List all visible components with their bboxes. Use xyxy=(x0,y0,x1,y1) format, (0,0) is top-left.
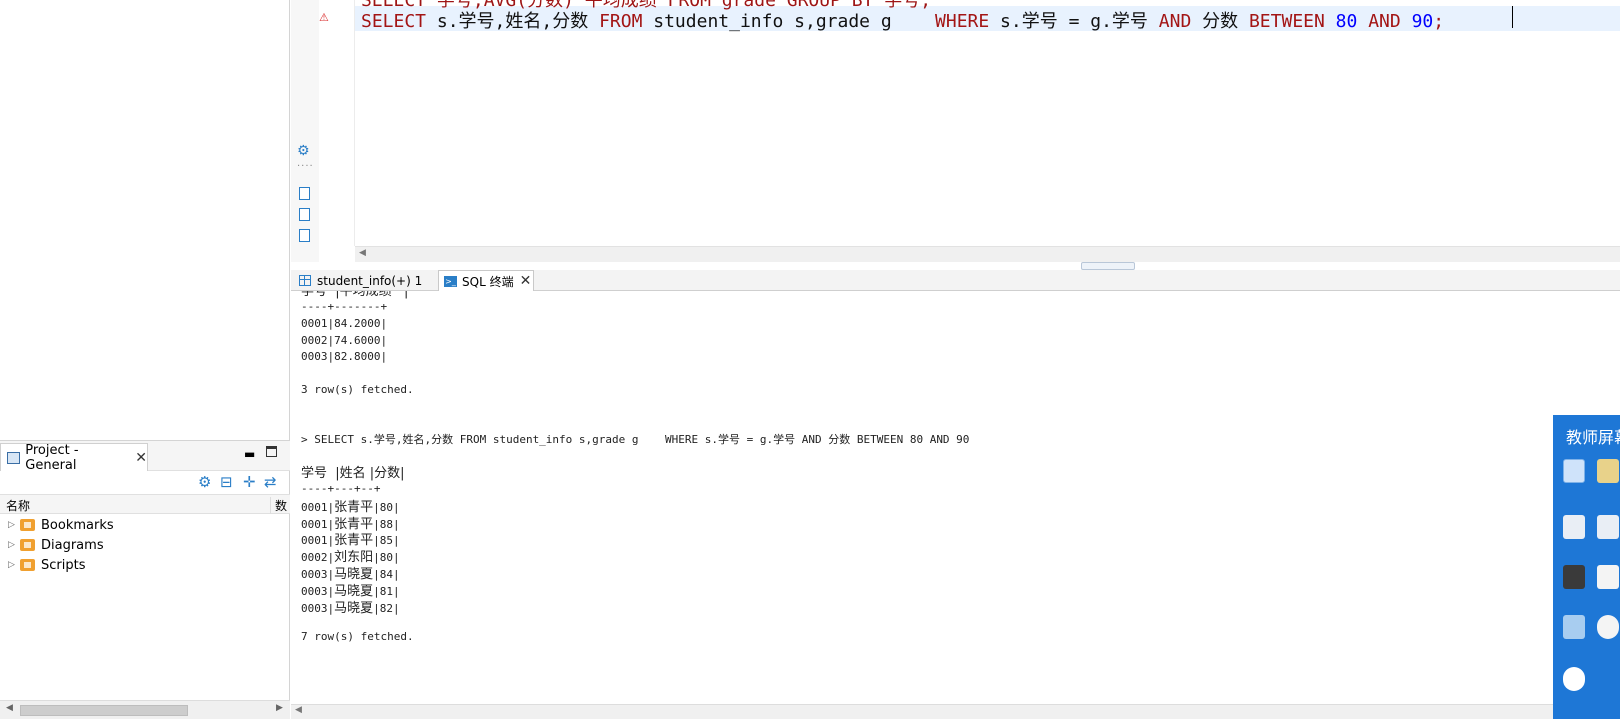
sql-terminal-output[interactable]: 学号 |平均成绩 | ----+-------+ 0001|84.2000| 0… xyxy=(291,291,1561,704)
console-horizontal-scrollbar[interactable]: ◀ xyxy=(291,704,1620,719)
keyword: FROM xyxy=(599,11,643,32)
sql-editor[interactable]: ⚙ ···· ⚠ SELECT 学号,AVG(分数) 平均成绩 FROM gra… xyxy=(291,0,1620,262)
tab-label: student_info(+) 1 xyxy=(317,273,423,288)
expand-icon[interactable]: ▷ xyxy=(8,560,20,570)
warning-icon: ⚠ xyxy=(319,11,329,24)
overlay-title: 教师屏幕 xyxy=(1566,428,1620,447)
left-horizontal-scrollbar[interactable]: ◀ ▶ xyxy=(0,700,290,719)
keyword: WHERE xyxy=(935,11,990,32)
explain-plan-icon[interactable] xyxy=(299,229,310,242)
fetched-message-2: 7 row(s) fetched. xyxy=(301,630,414,643)
project-panel: Project - General ✕ ▬ ⚙ ⊟ ✛ ⇄ 名称 数 ▷ Boo… xyxy=(0,441,290,719)
tab-sql-terminal[interactable]: >_ SQL 终端 ✕ xyxy=(438,270,534,291)
tree-item-label: Diagrams xyxy=(41,537,104,553)
tree-item-label: Scripts xyxy=(41,557,86,573)
terminal-icon: >_ xyxy=(444,275,457,287)
results-tabbar: student_info(+) 1 >_ SQL 终端 ✕ xyxy=(291,270,1620,291)
line-ruler xyxy=(319,0,355,246)
typora-icon[interactable] xyxy=(1563,515,1585,539)
splitter-handle[interactable] xyxy=(1081,262,1135,270)
column-data: 数 xyxy=(270,497,287,514)
tree-item-diagrams[interactable]: ▷ Diagrams xyxy=(8,536,104,554)
typora-icon[interactable] xyxy=(1597,515,1619,539)
result-separator-2: ----+---+--+ xyxy=(301,482,381,495)
column-name: 名称 xyxy=(6,499,31,513)
link-editor-icon[interactable]: ⇄ xyxy=(264,473,277,491)
more-icon[interactable]: ···· xyxy=(297,161,314,172)
project-icon xyxy=(7,451,21,464)
minimize-icon[interactable]: ▬ xyxy=(244,447,255,461)
keyword: AND xyxy=(1158,11,1192,32)
expand-icon[interactable]: ▷ xyxy=(8,540,20,550)
keyword: AND xyxy=(1368,11,1401,32)
code-text: s.学号,姓名,分数 xyxy=(426,11,600,32)
project-toolbar: ⚙ ⊟ ✛ ⇄ xyxy=(0,471,290,495)
scrollbar-thumb[interactable] xyxy=(20,705,188,716)
collapse-all-icon[interactable]: ⊟ xyxy=(220,473,233,491)
gear-icon[interactable]: ⚙ xyxy=(198,473,211,491)
tree-header: 名称 数 xyxy=(0,494,290,514)
add-icon[interactable]: ✛ xyxy=(243,473,256,491)
keyword: SELECT xyxy=(361,11,427,32)
result-row: 0002|74.6000| xyxy=(301,334,388,347)
result-header-1: 学号 |平均成绩 | xyxy=(301,291,409,299)
executed-query: > SELECT s.学号,姓名,分数 FROM student_info s,… xyxy=(301,433,970,446)
keyword: BETWEEN xyxy=(1248,11,1325,32)
teacher-screen-window[interactable]: 教师屏幕 xyxy=(1553,415,1620,719)
close-icon[interactable]: ✕ xyxy=(135,450,147,466)
current-code-line[interactable]: SELECT s.学号,姓名,分数 FROM student_info s,gr… xyxy=(361,7,1444,33)
app-icon[interactable] xyxy=(1597,615,1619,639)
project-tabbar: Project - General ✕ ▬ xyxy=(0,441,290,473)
tree-item-label: Bookmarks xyxy=(41,517,114,533)
result-row: 0001|84.2000| xyxy=(301,317,388,330)
scroll-left-icon[interactable]: ◀ xyxy=(295,705,302,715)
semicolon: ; xyxy=(1433,11,1445,32)
maximize-icon[interactable] xyxy=(266,446,277,457)
expand-icon[interactable]: ▷ xyxy=(8,520,20,530)
editor-horizontal-scrollbar[interactable]: ◀ xyxy=(355,246,1620,262)
number-literal: 80 xyxy=(1335,11,1358,32)
code-text: s.学号 = g.学号 xyxy=(989,11,1159,32)
project-tab-label: Project - General xyxy=(25,442,79,473)
tree-item-scripts[interactable]: ▷ Scripts xyxy=(8,556,85,574)
result-row: 0003|82.8000| xyxy=(301,350,388,363)
number-literal: 90 xyxy=(1411,11,1434,32)
error-file-icon[interactable] xyxy=(299,208,310,221)
bookmarks-folder-icon xyxy=(20,519,35,531)
text-cursor xyxy=(1512,6,1513,28)
recycle-bin-icon[interactable] xyxy=(1563,615,1585,639)
editor-gutter: ⚙ ···· xyxy=(291,0,319,262)
settings-icon[interactable]: ⚙ xyxy=(297,143,310,159)
result-row: 0003|马晓夏|82| xyxy=(301,601,400,616)
execute-script-icon[interactable] xyxy=(299,187,310,200)
document-icon[interactable] xyxy=(1597,565,1619,589)
fetched-message-1: 3 row(s) fetched. xyxy=(301,383,414,396)
app-icon[interactable] xyxy=(1563,667,1585,691)
grid-icon xyxy=(299,275,311,286)
folder-icon[interactable] xyxy=(1597,459,1619,483)
scroll-left-icon[interactable]: ◀ xyxy=(359,248,366,258)
tab-result-set[interactable]: student_info(+) 1 xyxy=(291,270,422,291)
diagrams-folder-icon xyxy=(20,539,35,551)
scroll-left-icon[interactable]: ◀ xyxy=(6,703,13,713)
result-separator-1: ----+-------+ xyxy=(301,300,388,313)
scripts-folder-icon xyxy=(20,559,35,571)
navigator-panel xyxy=(0,0,290,441)
scroll-right-icon[interactable]: ▶ xyxy=(276,703,283,713)
tab-label: SQL 终端 xyxy=(462,274,514,289)
app-icon[interactable] xyxy=(1563,565,1585,589)
tree-item-bookmarks[interactable]: ▷ Bookmarks xyxy=(8,516,114,534)
result-header-2: 学号 |姓名 |分数| xyxy=(301,466,405,481)
project-tab[interactable]: Project - General ✕ xyxy=(0,442,148,473)
code-text: 分数 xyxy=(1191,11,1249,32)
code-text: student_info s,grade g xyxy=(642,11,936,32)
computer-icon[interactable] xyxy=(1563,459,1585,483)
close-icon[interactable]: ✕ xyxy=(520,273,532,289)
